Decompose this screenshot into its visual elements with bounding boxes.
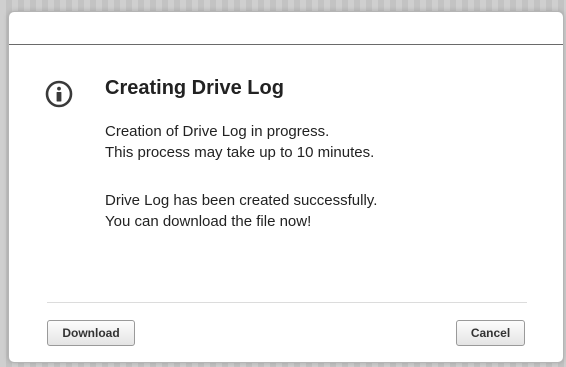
download-button[interactable]: Download bbox=[47, 320, 135, 346]
progress-line-1: Creation of Drive Log in progress. bbox=[105, 123, 330, 140]
progress-line-2: This process may take up to 10 minutes. bbox=[105, 144, 375, 161]
dialog-title: Creating Drive Log bbox=[105, 77, 284, 99]
header-divider bbox=[9, 44, 563, 45]
success-line-1: Drive Log has been created successfully. bbox=[105, 192, 378, 209]
info-icon bbox=[45, 80, 73, 108]
cancel-button[interactable]: Cancel bbox=[456, 320, 525, 346]
progress-message: Creation of Drive Log in progress. This … bbox=[105, 121, 374, 163]
footer-divider bbox=[47, 302, 527, 303]
success-line-2: You can download the file now! bbox=[105, 213, 312, 230]
dialog-header bbox=[9, 12, 563, 44]
drive-log-dialog: Creating Drive Log Creation of Drive Log… bbox=[9, 12, 563, 362]
success-message: Drive Log has been created successfully.… bbox=[105, 190, 377, 232]
